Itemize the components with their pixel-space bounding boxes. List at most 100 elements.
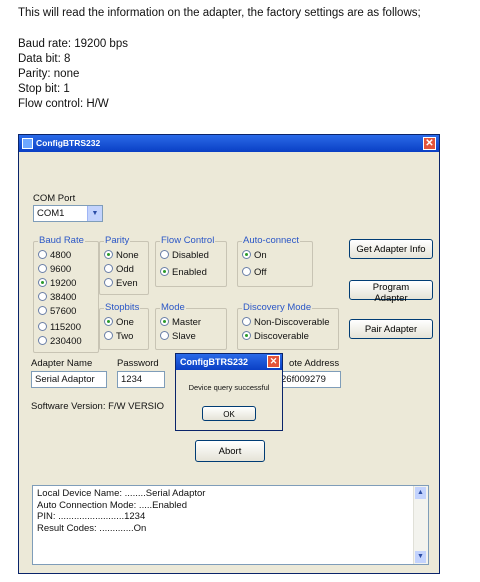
software-version-text: Software Version: F/W VERSIO bbox=[31, 401, 165, 412]
com-port-select[interactable]: COM1 ▼ bbox=[33, 205, 103, 222]
radio-icon bbox=[160, 250, 169, 259]
discovery-option-label: Non-Discoverable bbox=[254, 317, 330, 328]
chevron-down-icon[interactable]: ▼ bbox=[87, 206, 102, 221]
radio-icon bbox=[38, 264, 47, 273]
flow-option-enabled[interactable]: Enabled bbox=[160, 266, 207, 279]
parity-option-label: Odd bbox=[116, 264, 134, 275]
get-adapter-info-button[interactable]: Get Adapter Info bbox=[349, 239, 433, 259]
mode-option-label: Master bbox=[172, 317, 202, 328]
log-scrollbar[interactable]: ▲ ▼ bbox=[413, 486, 428, 564]
dialog-title: ConfigBTRS232 bbox=[180, 357, 249, 367]
auto-connect-option-label: On bbox=[254, 250, 267, 261]
window-titlebar[interactable]: ConfigBTRS232 ✕ bbox=[19, 135, 439, 152]
dialog-titlebar[interactable]: ConfigBTRS232 ✕ bbox=[176, 354, 282, 370]
result-log[interactable]: Local Device Name: ........Serial Adapto… bbox=[32, 485, 429, 565]
flow-option-disabled[interactable]: Disabled bbox=[160, 249, 209, 262]
baud-rate-title: Baud Rate bbox=[38, 235, 85, 247]
parity-option-none[interactable]: None bbox=[104, 249, 139, 262]
discovery-mode-group: Discovery Mode Non-Discoverable Discover… bbox=[237, 302, 339, 350]
baud-option-38400[interactable]: 38400 bbox=[38, 291, 76, 304]
log-line: Local Device Name: ........Serial Adapto… bbox=[37, 488, 206, 499]
stopbits-group: Stopbits One Two bbox=[99, 302, 149, 350]
log-line: Auto Connection Mode: .....Enabled bbox=[37, 499, 187, 511]
mode-title: Mode bbox=[160, 302, 186, 314]
radio-selected-icon bbox=[38, 278, 47, 287]
ok-button[interactable]: OK bbox=[202, 406, 256, 421]
window-close-button[interactable]: ✕ bbox=[423, 137, 436, 150]
radio-icon bbox=[160, 331, 169, 340]
setting-flow-control: Flow control: H/W bbox=[18, 98, 109, 110]
app-icon bbox=[22, 138, 33, 149]
baud-option-4800[interactable]: 4800 bbox=[38, 249, 71, 262]
window-title: ConfigBTRS232 bbox=[36, 138, 101, 148]
baud-rate-group: Baud Rate 4800 9600 19200 38400 57600 11… bbox=[33, 235, 99, 353]
log-line: PIN: .........................1234 bbox=[37, 511, 146, 522]
adapter-name-label: Adapter Name bbox=[31, 358, 93, 369]
program-adapter-button[interactable]: Program Adapter bbox=[349, 280, 433, 304]
baud-option-230400[interactable]: 230400 bbox=[38, 335, 82, 348]
stopbits-option-one[interactable]: One bbox=[104, 316, 134, 329]
password-field[interactable]: 1234 bbox=[117, 371, 165, 388]
parity-option-even[interactable]: Even bbox=[104, 277, 138, 290]
setting-baud-rate: Baud rate: 19200 bps bbox=[18, 38, 128, 50]
radio-icon bbox=[242, 317, 251, 326]
discovery-option-label: Discoverable bbox=[254, 331, 309, 342]
baud-option-19200[interactable]: 19200 bbox=[38, 277, 76, 290]
query-dialog: ConfigBTRS232 ✕ Device query successful … bbox=[175, 353, 283, 431]
radio-selected-icon bbox=[242, 250, 251, 259]
password-label: Password bbox=[117, 358, 159, 369]
adapter-name-field[interactable]: Serial Adaptor bbox=[31, 371, 107, 388]
baud-option-label: 57600 bbox=[50, 306, 77, 317]
baud-option-9600[interactable]: 9600 bbox=[38, 263, 71, 276]
stopbits-option-label: One bbox=[116, 317, 134, 328]
flow-control-group: Flow Control Disabled Enabled bbox=[155, 235, 227, 287]
discovery-option-non-discoverable[interactable]: Non-Discoverable bbox=[242, 316, 330, 329]
config-window: ConfigBTRS232 ✕ COM Port COM1 ▼ Baud Rat… bbox=[18, 134, 440, 574]
dialog-message: Device query successful bbox=[188, 383, 270, 392]
baud-option-label: 19200 bbox=[50, 278, 77, 289]
com-port-value: COM1 bbox=[37, 208, 65, 219]
baud-option-label: 9600 bbox=[50, 264, 72, 275]
setting-parity: Parity: none bbox=[18, 68, 80, 80]
radio-icon bbox=[104, 264, 113, 273]
radio-selected-icon bbox=[242, 331, 251, 340]
baud-option-label: 230400 bbox=[50, 336, 82, 347]
abort-button[interactable]: Abort bbox=[195, 440, 265, 462]
radio-icon bbox=[104, 278, 113, 287]
log-line: Result Codes: .............On bbox=[37, 522, 147, 534]
discovery-option-discoverable[interactable]: Discoverable bbox=[242, 330, 309, 343]
setting-stop-bit: Stop bit: 1 bbox=[18, 83, 70, 95]
remote-address-field[interactable]: 26f009279 bbox=[277, 371, 341, 388]
baud-option-115200[interactable]: 115200 bbox=[38, 321, 81, 334]
stopbits-option-label: Two bbox=[116, 331, 134, 342]
stopbits-option-two[interactable]: Two bbox=[104, 330, 133, 343]
radio-icon bbox=[38, 336, 47, 345]
baud-option-label: 115200 bbox=[50, 322, 81, 333]
auto-connect-option-off[interactable]: Off bbox=[242, 266, 267, 279]
auto-connect-option-label: Off bbox=[254, 267, 267, 278]
parity-title: Parity bbox=[104, 235, 131, 247]
scroll-down-icon[interactable]: ▼ bbox=[415, 551, 426, 563]
radio-selected-icon bbox=[160, 267, 169, 276]
pair-adapter-button[interactable]: Pair Adapter bbox=[349, 319, 433, 339]
mode-option-master[interactable]: Master bbox=[160, 316, 201, 329]
factory-settings: Baud rate: 19200 bps Data bit: 8 Parity:… bbox=[18, 37, 128, 112]
radio-selected-icon bbox=[104, 250, 113, 259]
mode-option-label: Slave bbox=[172, 331, 196, 342]
auto-connect-option-on[interactable]: On bbox=[242, 249, 267, 262]
mode-option-slave[interactable]: Slave bbox=[160, 330, 196, 343]
radio-icon bbox=[38, 250, 47, 259]
discovery-mode-title: Discovery Mode bbox=[242, 302, 313, 314]
baud-option-label: 38400 bbox=[50, 292, 77, 303]
parity-group: Parity None Odd Even bbox=[99, 235, 149, 295]
baud-option-57600[interactable]: 57600 bbox=[38, 305, 76, 318]
radio-icon bbox=[104, 331, 113, 340]
scroll-up-icon[interactable]: ▲ bbox=[415, 487, 426, 499]
com-port-label: COM Port bbox=[33, 193, 76, 204]
radio-icon bbox=[242, 267, 251, 276]
radio-icon bbox=[38, 306, 47, 315]
intro-text: This will read the information on the ad… bbox=[18, 7, 421, 19]
parity-option-odd[interactable]: Odd bbox=[104, 263, 134, 276]
auto-connect-group: Auto-connect On Off bbox=[237, 235, 313, 287]
dialog-close-button[interactable]: ✕ bbox=[267, 355, 280, 368]
